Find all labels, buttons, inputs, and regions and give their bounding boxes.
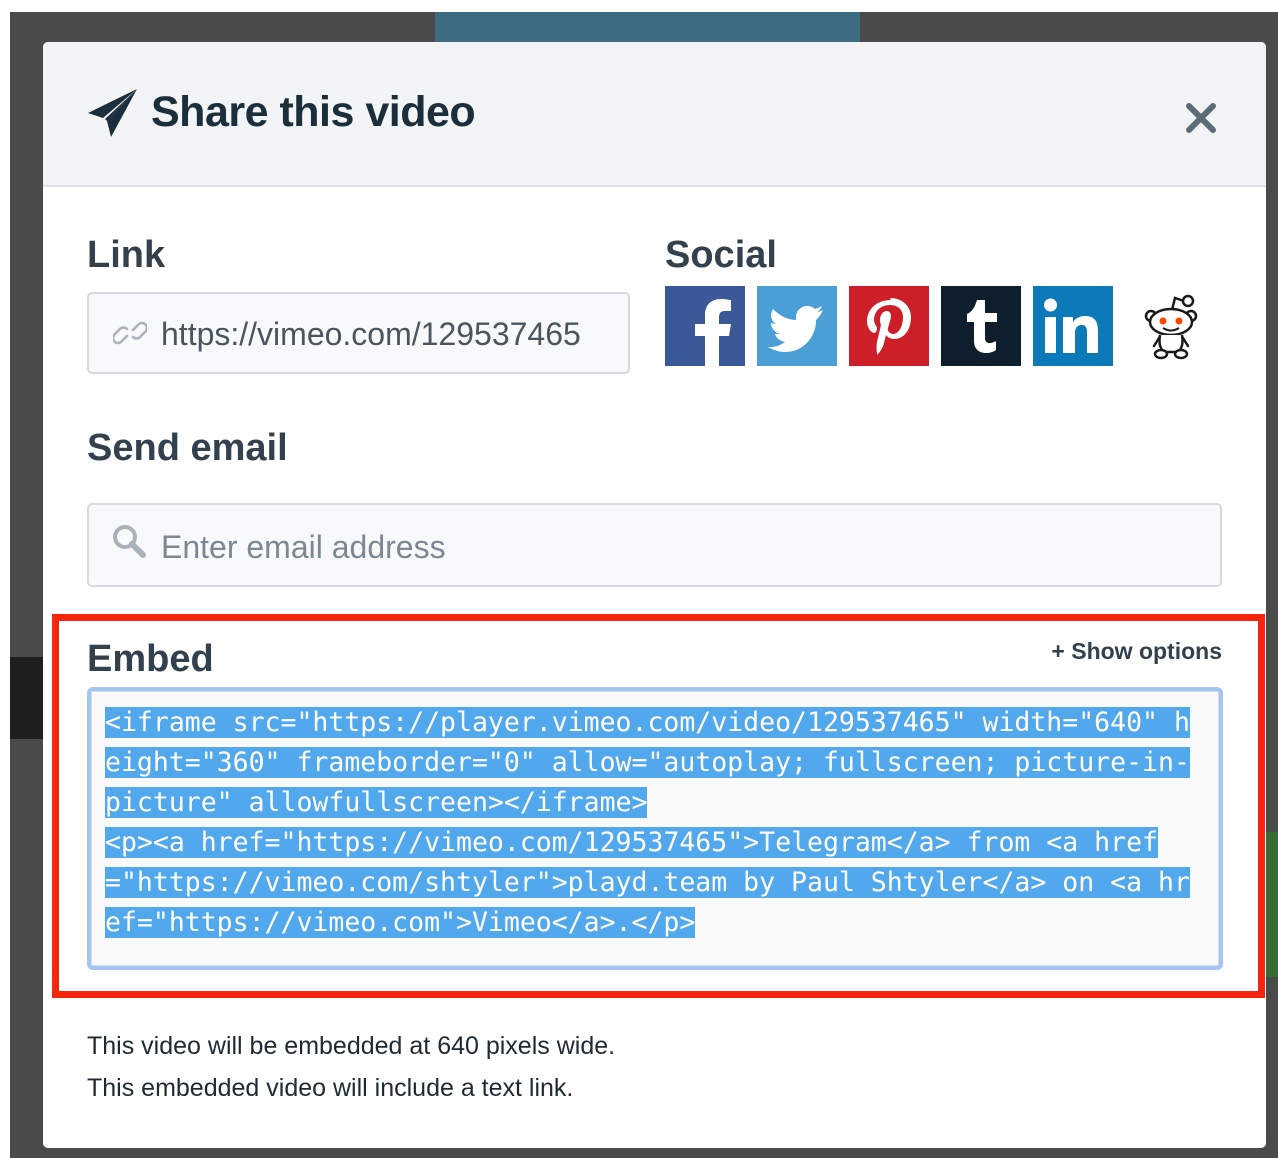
tumblr-share-button[interactable] <box>941 286 1021 366</box>
link-field[interactable] <box>87 292 630 374</box>
facebook-share-button[interactable] <box>665 286 745 366</box>
selected-embed-code: <iframe src="https://player.vimeo.com/vi… <box>105 707 1190 938</box>
close-icon[interactable] <box>1183 100 1219 136</box>
embed-link-info: This embedded video will include a text … <box>87 1074 574 1102</box>
embed-label: Embed <box>87 638 214 680</box>
embed-code-text: <iframe src="https://player.vimeo.com/vi… <box>105 703 1205 943</box>
reddit-icon[interactable] <box>1139 292 1203 360</box>
pinterest-share-button[interactable] <box>849 286 929 366</box>
chain-link-icon <box>113 321 147 345</box>
email-field[interactable] <box>87 503 1222 587</box>
send-email-label: Send email <box>87 427 288 469</box>
search-icon <box>113 525 146 558</box>
embed-width-info: This video will be embedded at 640 pixel… <box>87 1032 616 1060</box>
linkedin-share-button[interactable] <box>1033 286 1113 366</box>
link-label: Link <box>87 234 166 276</box>
background-element <box>1264 832 1278 977</box>
share-dialog: Share this video Link Social <box>43 42 1266 1148</box>
dialog-title: Share this video <box>151 88 476 136</box>
email-input[interactable] <box>161 525 1201 569</box>
twitter-icon <box>757 286 837 366</box>
twitter-share-button[interactable] <box>757 286 837 366</box>
embed-code-textarea[interactable]: <iframe src="https://player.vimeo.com/vi… <box>87 687 1223 970</box>
linkedin-icon <box>1033 286 1113 366</box>
tumblr-icon <box>941 286 1021 366</box>
link-input[interactable] <box>161 312 621 356</box>
paper-plane-icon <box>88 89 137 137</box>
facebook-icon <box>665 286 745 366</box>
dialog-header: Share this video <box>43 42 1266 187</box>
pinterest-icon <box>849 286 929 366</box>
show-options-link[interactable]: + Show options <box>1051 638 1222 665</box>
social-label: Social <box>665 234 777 276</box>
